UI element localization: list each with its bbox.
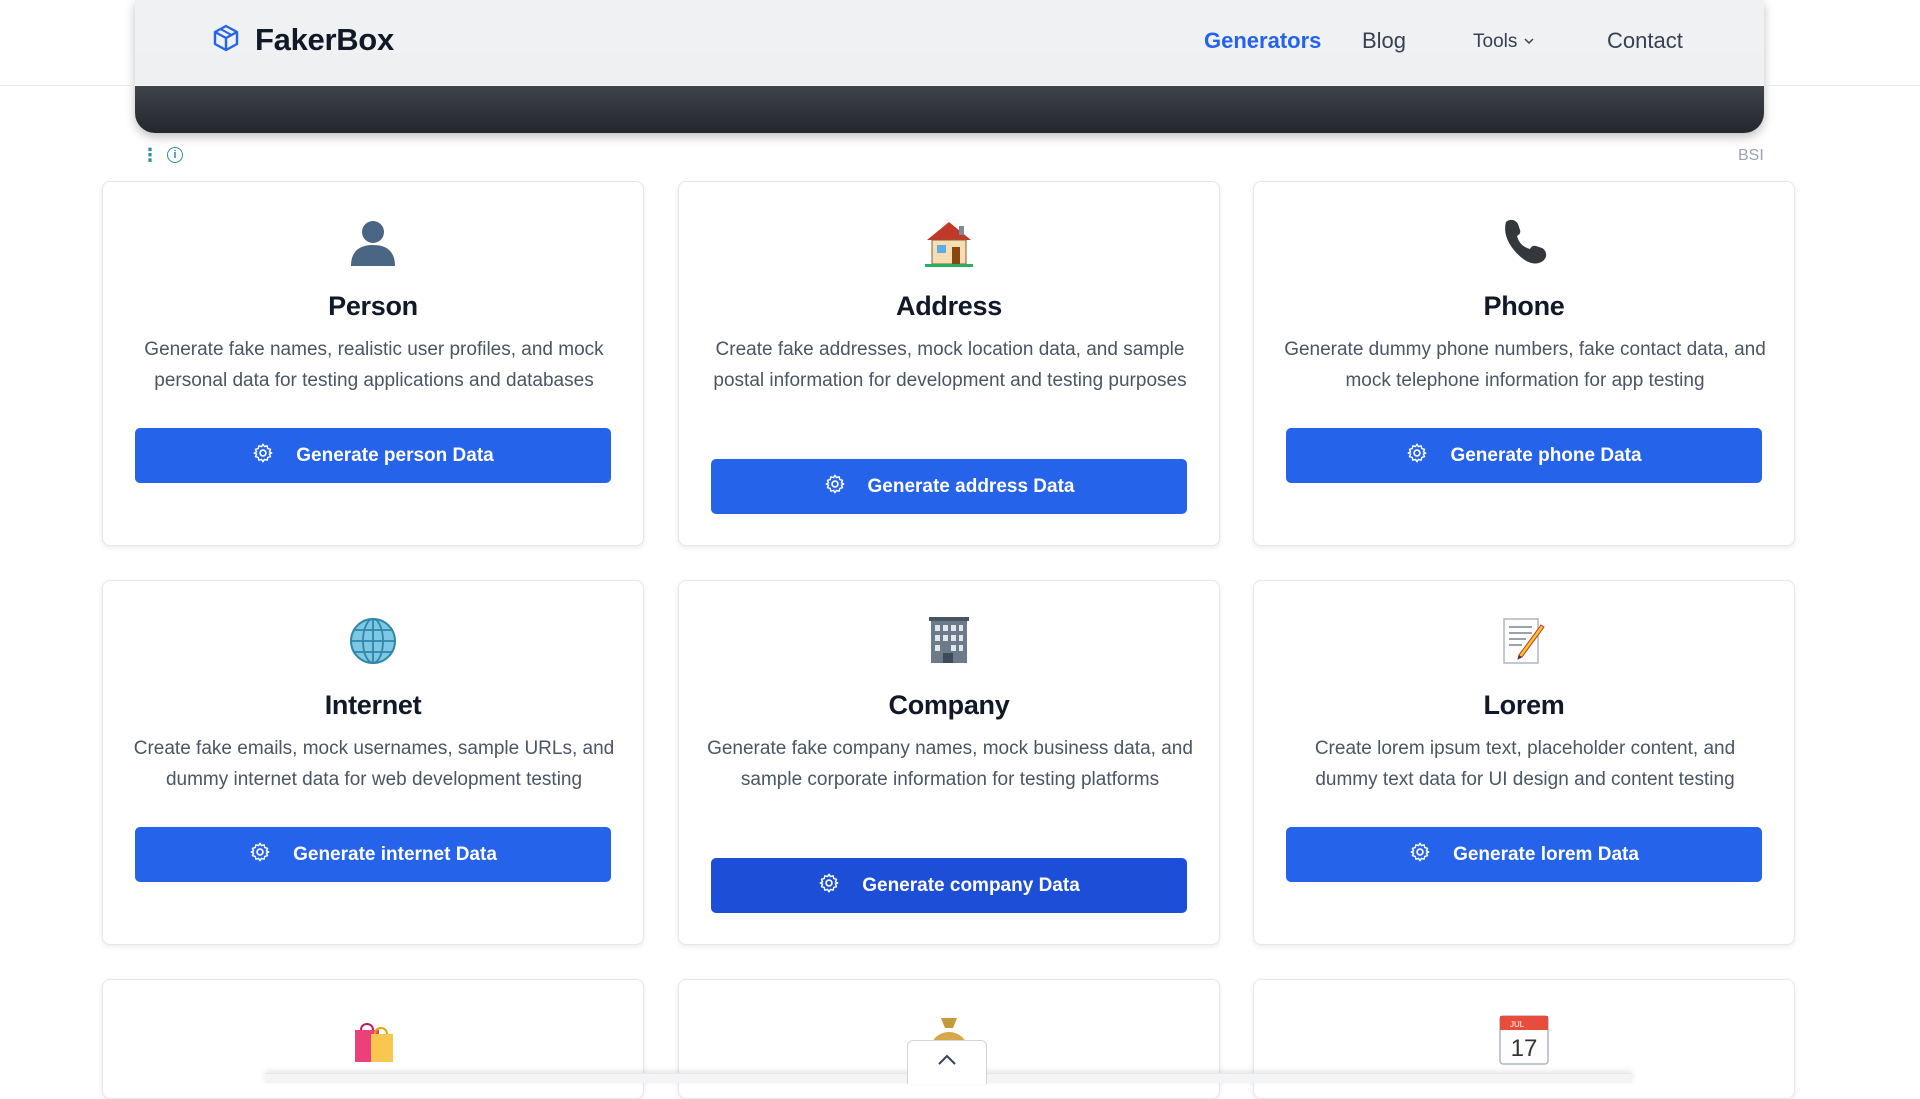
gear-icon xyxy=(824,473,846,501)
chevron-down-icon xyxy=(1523,31,1535,53)
card-title: Address xyxy=(896,291,1002,321)
scroll-to-top-button[interactable] xyxy=(907,1040,987,1084)
more-options-icon[interactable]: ⋮ xyxy=(141,146,159,164)
chevron-up-icon xyxy=(936,1053,958,1072)
info-icon[interactable]: i xyxy=(167,147,183,163)
brand-logo[interactable]: FakerBox xyxy=(211,22,394,58)
button-label: Generate person Data xyxy=(296,444,494,466)
brand-name: FakerBox xyxy=(255,22,394,57)
button-label: Generate phone Data xyxy=(1450,444,1642,466)
button-label: Generate lorem Data xyxy=(1453,843,1639,865)
shopping-bags-icon xyxy=(103,1010,643,1070)
generator-card-internet: Internet Create fake emails, mock userna… xyxy=(102,580,644,945)
memo-pencil-icon xyxy=(1254,611,1794,671)
card-description: Generate fake company names, mock busine… xyxy=(707,738,1193,790)
generate-lorem-button[interactable]: Generate lorem Data xyxy=(1286,827,1762,882)
generate-person-button[interactable]: Generate person Data xyxy=(135,428,611,483)
gear-icon xyxy=(252,442,274,470)
button-label: Generate address Data xyxy=(867,475,1075,497)
generate-company-button[interactable]: Generate company Data xyxy=(711,858,1187,913)
button-label: Generate internet Data xyxy=(293,843,497,865)
card-description: Create lorem ipsum text, placeholder con… xyxy=(1314,738,1736,790)
card-title: Internet xyxy=(324,690,422,720)
card-title: Phone xyxy=(1483,291,1565,321)
nav-tools-label: Tools xyxy=(1473,31,1518,52)
generate-internet-button[interactable]: Generate internet Data xyxy=(135,827,611,882)
cube-icon xyxy=(211,23,241,58)
card-description: Create fake emails, mock usernames, samp… xyxy=(133,738,615,790)
telephone-receiver-icon xyxy=(1254,212,1794,272)
generate-phone-button[interactable]: Generate phone Data xyxy=(1286,428,1762,483)
gear-icon xyxy=(1406,442,1428,470)
card-title: Company xyxy=(888,690,1010,720)
person-silhouette-icon xyxy=(103,212,643,272)
card-description: Create fake addresses, mock location dat… xyxy=(713,339,1187,391)
office-building-icon xyxy=(679,611,1219,671)
generate-address-button[interactable]: Generate address Data xyxy=(711,459,1187,514)
nav-tools-dropdown[interactable]: Tools xyxy=(1473,31,1535,53)
gear-icon xyxy=(1409,841,1431,869)
gear-icon xyxy=(249,841,271,869)
card-title: Person xyxy=(328,291,418,321)
generator-card-company: Company Generate fake company names, moc… xyxy=(678,580,1220,945)
generator-card-lorem: Lorem Create lorem ipsum text, placehold… xyxy=(1253,580,1795,945)
generator-card-person: Person Generate fake names, realistic us… xyxy=(102,181,644,546)
nav-generators[interactable]: Generators xyxy=(1204,28,1321,54)
site-header: FakerBox Generators Blog Tools Contact xyxy=(0,0,1920,86)
generator-card-phone: Phone Generate dummy phone numbers, fake… xyxy=(1253,181,1795,546)
nav-contact[interactable]: Contact xyxy=(1607,28,1683,54)
generator-card-address: Address Create fake addresses, mock loca… xyxy=(678,181,1220,546)
ad-label: BSI xyxy=(1738,147,1764,164)
ad-controls[interactable]: ⋮ i xyxy=(141,146,183,164)
gear-icon xyxy=(818,872,840,900)
card-title: Lorem xyxy=(1483,690,1565,720)
calendar-month: JUL xyxy=(1510,1020,1525,1029)
button-label: Generate company Data xyxy=(862,874,1080,896)
globe-icon xyxy=(103,611,643,671)
house-icon xyxy=(679,212,1219,272)
calendar-day: 17 xyxy=(1511,1035,1538,1062)
card-description: Generate fake names, realistic user prof… xyxy=(144,339,604,391)
calendar-icon: JUL 17 xyxy=(1254,1010,1794,1070)
card-description: Generate dummy phone numbers, fake conta… xyxy=(1284,339,1766,391)
nav-blog[interactable]: Blog xyxy=(1362,28,1406,54)
